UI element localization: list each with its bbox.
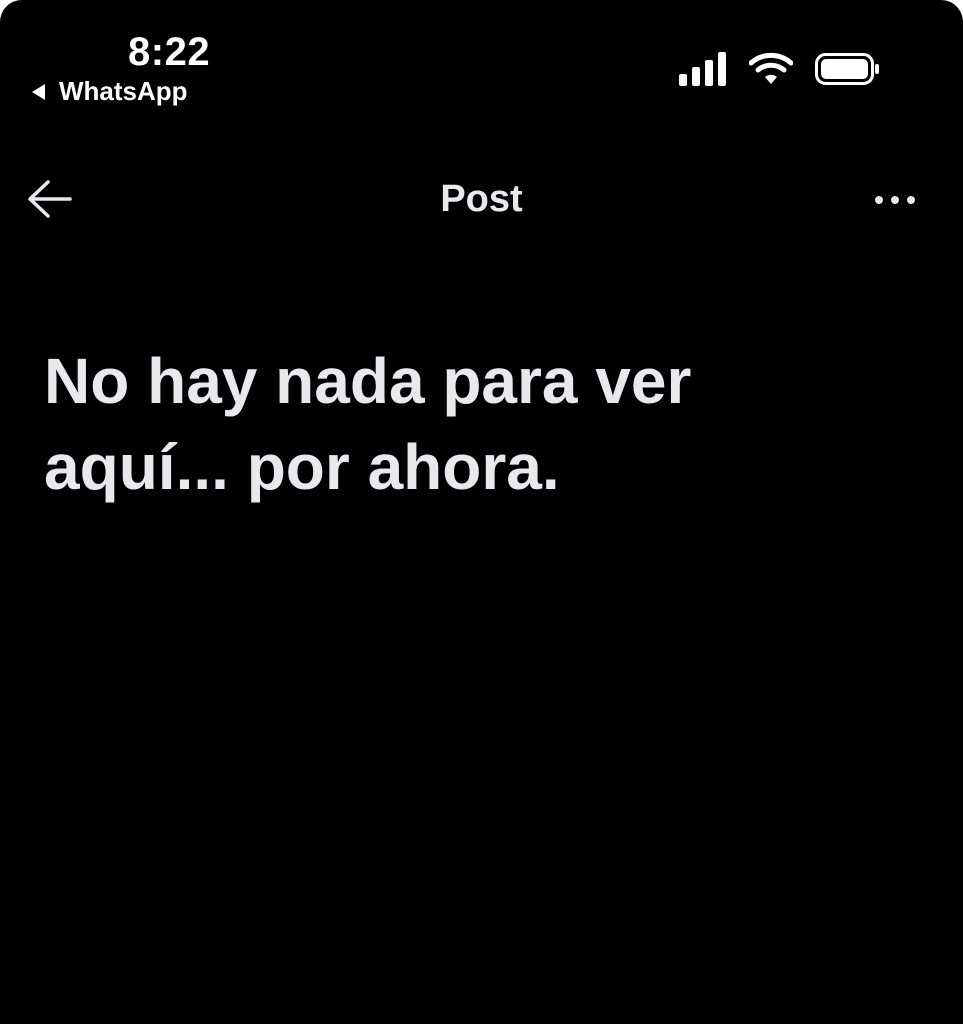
signal-bars-icon <box>679 52 726 86</box>
back-to-whatsapp-button[interactable]: WhatsApp <box>32 76 188 107</box>
more-options-button[interactable] <box>871 190 921 210</box>
empty-state-message: No hay nada para ver aquí... por ahora. <box>44 345 692 503</box>
back-to-app-label: WhatsApp <box>59 76 188 106</box>
battery-icon <box>815 53 879 85</box>
wifi-icon <box>749 52 793 84</box>
back-triangle-icon <box>32 83 45 100</box>
post-screen: 8:22 WhatsApp Post No hay nada para ver … <box>0 0 963 1024</box>
status-time: 8:22 <box>128 30 211 74</box>
more-horizontal-icon <box>875 196 915 204</box>
page-title: Post <box>440 178 523 220</box>
status-indicators <box>679 52 881 86</box>
